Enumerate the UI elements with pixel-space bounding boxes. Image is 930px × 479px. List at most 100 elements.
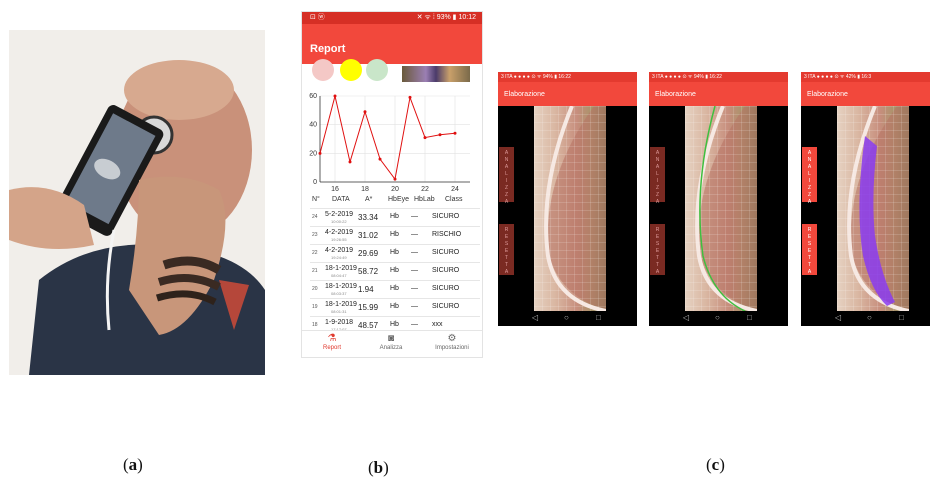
row-hblab: — bbox=[411, 303, 418, 310]
x-tick-label: 20 bbox=[391, 186, 399, 193]
app-bar: Report bbox=[302, 24, 482, 64]
back-icon[interactable]: ◁ bbox=[532, 313, 538, 322]
col-n: N° bbox=[312, 196, 320, 203]
y-tick-label: 0 bbox=[313, 179, 317, 186]
y-tick-label: 40 bbox=[309, 122, 317, 129]
page-title: Elaborazione bbox=[807, 91, 848, 98]
row-number: 23 bbox=[312, 232, 318, 238]
eye-thumbnail[interactable] bbox=[402, 66, 470, 82]
resetta-label: RESETTA bbox=[655, 227, 660, 275]
col-data: DATA bbox=[332, 196, 350, 203]
nav-impostazioni[interactable]: ⚙ Impostazioni bbox=[427, 333, 477, 351]
purple-segmentation bbox=[859, 136, 895, 306]
row-hbeye: Hb bbox=[390, 285, 399, 292]
row-hblab: — bbox=[411, 285, 418, 292]
data-point bbox=[318, 151, 322, 155]
row-number: 20 bbox=[312, 286, 318, 292]
page-title: Report bbox=[310, 43, 346, 55]
x-tick-label: 16 bbox=[331, 186, 339, 193]
row-a-value: 48.57 bbox=[358, 321, 379, 330]
row-a-value: 31.02 bbox=[358, 231, 379, 240]
col-a: A* bbox=[365, 196, 373, 203]
photo-a bbox=[9, 30, 265, 375]
analizza-button[interactable]: ANALIZZA bbox=[499, 147, 514, 205]
row-class: RISCHIO bbox=[432, 231, 462, 238]
table-row[interactable]: 20 18-1-2019 08:03:37 1.94 Hb — SICURO bbox=[310, 280, 480, 298]
conjunctiva-image bbox=[837, 106, 909, 311]
status-bar: 3 ITA ● ● ● ● ⊙ ᯤ 94% ▮ 16:22 bbox=[498, 72, 637, 82]
row-date: 4-2-2019 bbox=[325, 247, 354, 254]
recents-icon[interactable]: □ bbox=[899, 313, 904, 322]
swatch-pink bbox=[312, 59, 334, 81]
row-hblab: — bbox=[411, 213, 418, 220]
back-icon[interactable]: ◁ bbox=[835, 313, 841, 322]
nav-analizza[interactable]: ◙ Analizza bbox=[366, 333, 416, 351]
row-date: 18-1-2019 bbox=[325, 301, 357, 308]
row-time: 10:00:22 bbox=[331, 219, 347, 224]
status-bar: 3 ITA ● ● ● ● ⊙ ᯤ 42% ▮ 16:3 bbox=[801, 72, 930, 82]
table-row[interactable]: 21 18-1-2019 08:04:47 58.72 Hb — SICURO bbox=[310, 262, 480, 280]
col-hbeye: HbEye bbox=[388, 196, 410, 203]
data-point bbox=[423, 136, 427, 140]
app-bar: Elaborazione bbox=[498, 82, 637, 106]
processing-phone-3: 3 ITA ● ● ● ● ⊙ ᯤ 42% ▮ 16:3 Elaborazione… bbox=[801, 72, 930, 326]
panel-label-a: (a) bbox=[123, 455, 143, 474]
row-class: SICURO bbox=[432, 285, 460, 292]
table-row[interactable]: 23 4-2-2019 19:26:55 31.02 Hb — RISCHIO bbox=[310, 226, 480, 244]
analizza-button[interactable]: ANALIZZA bbox=[802, 147, 817, 205]
resetta-button[interactable]: RESETTA bbox=[499, 224, 514, 275]
page-title: Elaborazione bbox=[504, 91, 545, 98]
home-icon[interactable]: ○ bbox=[867, 313, 872, 322]
page-title: Elaborazione bbox=[655, 91, 696, 98]
row-date: 1-9-2018 bbox=[325, 319, 354, 326]
data-point bbox=[363, 110, 367, 114]
x-tick-label: 18 bbox=[361, 186, 369, 193]
data-point bbox=[453, 131, 457, 135]
row-date: 18-1-2019 bbox=[325, 265, 357, 272]
row-a-value: 29.69 bbox=[358, 249, 379, 258]
series-line bbox=[319, 95, 456, 181]
row-number: 24 bbox=[312, 214, 318, 220]
row-a-value: 33.34 bbox=[358, 213, 379, 222]
y-tick-label: 60 bbox=[309, 93, 317, 100]
conjunctiva-image bbox=[685, 106, 757, 311]
table-row[interactable]: 24 5-2-2019 10:00:22 33.34 Hb — SICURO bbox=[310, 208, 480, 226]
app-bar: Elaborazione bbox=[649, 82, 788, 106]
back-icon[interactable]: ◁ bbox=[683, 313, 689, 322]
resetta-button[interactable]: RESETTA bbox=[650, 224, 665, 275]
android-nav: ◁ ○ □ bbox=[498, 311, 637, 326]
green-contour bbox=[699, 106, 746, 311]
home-icon[interactable]: ○ bbox=[715, 313, 720, 322]
x-tick-label: 24 bbox=[451, 186, 459, 193]
status-left: ⊡ ⓦ bbox=[310, 14, 325, 21]
resetta-button[interactable]: RESETTA bbox=[802, 224, 817, 275]
table-row[interactable]: 19 18-1-2019 08:01:31 15.99 Hb — SICURO bbox=[310, 298, 480, 316]
recents-icon[interactable]: □ bbox=[747, 313, 752, 322]
row-number: 22 bbox=[312, 250, 318, 256]
panel-label-b: (b) bbox=[368, 458, 389, 477]
row-class: SICURO bbox=[432, 267, 460, 274]
gear-icon: ⚙ bbox=[447, 333, 457, 344]
swatch-yellow bbox=[340, 59, 362, 81]
row-class: SICURO bbox=[432, 249, 460, 256]
line-chart: 0 20 40 60 16 18 20 22 24 bbox=[309, 93, 470, 193]
android-nav: ◁ ○ □ bbox=[649, 311, 788, 326]
row-time: 19:24:49 bbox=[331, 255, 347, 260]
analizza-button[interactable]: ANALIZZA bbox=[650, 147, 665, 205]
table-row[interactable]: 22 4-2-2019 19:24:49 29.69 Hb — SICURO bbox=[310, 244, 480, 262]
row-time: 08:03:37 bbox=[331, 291, 347, 296]
nav-report[interactable]: ⚗ Report bbox=[307, 333, 357, 351]
row-class: SICURO bbox=[432, 303, 460, 310]
recents-icon[interactable]: □ bbox=[596, 313, 601, 322]
android-nav: ◁ ○ □ bbox=[801, 311, 930, 326]
row-hblab: — bbox=[411, 267, 418, 274]
data-point bbox=[408, 95, 412, 99]
row-number: 18 bbox=[312, 322, 318, 328]
row-class: xxx bbox=[432, 321, 443, 328]
y-tick-label: 20 bbox=[309, 150, 317, 157]
home-icon[interactable]: ○ bbox=[564, 313, 569, 322]
table-header: N° DATA A* HbEye HbLab Class bbox=[310, 196, 480, 208]
status-bar: 3 ITA ● ● ● ● ⊙ ᯤ 94% ▮ 16:22 bbox=[649, 72, 788, 82]
col-hblab: HbLab bbox=[414, 196, 435, 203]
data-point bbox=[348, 160, 352, 164]
